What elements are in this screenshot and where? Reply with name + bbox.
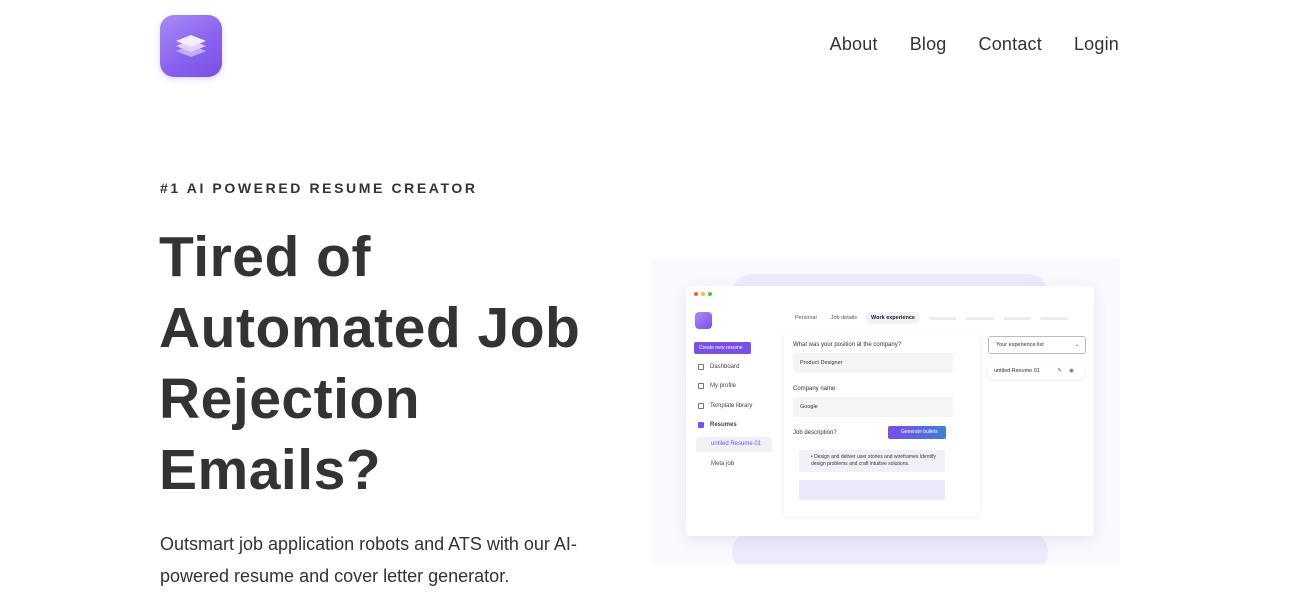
sidebar-item-label: Resumes <box>710 422 737 428</box>
nav-login-link[interactable]: Login <box>1074 34 1119 55</box>
job-description-bullet: • Design and deliver user stories and wi… <box>799 450 945 472</box>
tab-work-experience: Work experience <box>866 312 920 324</box>
nav-blog-link[interactable]: Blog <box>910 34 947 55</box>
close-dot-icon <box>694 292 698 296</box>
hero-eyebrow: #1 AI POWERED RESUME CREATOR <box>160 180 478 196</box>
position-field: Product Designer <box>793 353 953 373</box>
sidebar-item-label: My profile <box>710 383 737 389</box>
create-resume-button: Create new resume <box>694 342 751 354</box>
generate-bullets-button: Generate bullets <box>888 426 946 439</box>
home-icon <box>698 364 704 370</box>
tab-placeholder <box>928 316 957 320</box>
folder-icon <box>698 403 704 409</box>
generate-bullets-label: Generate bullets <box>901 429 938 435</box>
sidebar-item-dashboard: Dashboard <box>698 364 739 370</box>
window-controls <box>694 292 712 296</box>
edit-icon: ✎ <box>1057 368 1062 374</box>
product-preview: Create new resume Dashboard My profile T… <box>652 258 1120 564</box>
tab-personal: Personal <box>795 315 817 321</box>
hero-subtext: Outsmart job application robots and ATS … <box>160 534 577 586</box>
work-experience-form: What was your position at the company? P… <box>784 332 980 516</box>
preview-tabs: Personal Job details Work experience <box>790 312 1068 324</box>
tab-placeholder <box>1002 316 1031 320</box>
preview-logo-icon <box>695 312 712 329</box>
preview-app-window: Create new resume Dashboard My profile T… <box>686 286 1094 536</box>
nav-about-link[interactable]: About <box>830 34 878 55</box>
chevron-down-icon: ⌄ <box>1074 342 1079 348</box>
maximize-dot-icon <box>708 292 712 296</box>
company-field: Google <box>793 397 953 417</box>
resume-item-active: untiled Resume 01 <box>696 437 772 452</box>
experience-list-item: untiled Resume 01 ✎ ◉ <box>988 363 1084 379</box>
tab-job-details: Job details <box>830 315 858 321</box>
position-label: What was your position at the company? <box>793 342 902 348</box>
resume-icon <box>698 422 704 428</box>
sidebar-item-resumes: Resumes <box>698 422 737 428</box>
resume-item: Meta job <box>711 461 735 467</box>
layers-icon <box>176 35 206 57</box>
experience-item-label: untiled Resume 01 <box>994 368 1040 374</box>
sidebar-item-label: Template library <box>710 403 753 409</box>
hero-headline: Tired of Automated Job Rejection Emails? <box>159 225 581 502</box>
text-placeholder-bar <box>799 480 945 500</box>
user-icon <box>698 383 704 389</box>
tab-placeholder <box>1039 316 1068 320</box>
bullet-text: Design and deliver user stories and wire… <box>811 454 936 467</box>
minimize-dot-icon <box>701 292 705 296</box>
eye-icon: ◉ <box>1069 368 1074 374</box>
main-nav: About Blog Contact Login <box>830 34 1119 55</box>
sidebar-item-label: Dashboard <box>710 364 740 370</box>
preview-sidebar: Create new resume Dashboard My profile T… <box>686 300 778 536</box>
sidebar-item-profile: My profile <box>698 383 736 389</box>
experience-list-label: Your experience list <box>996 342 1044 348</box>
job-description-label: Job description? <box>793 430 837 436</box>
brand-logo[interactable] <box>160 15 222 77</box>
company-label: Company name <box>793 386 836 392</box>
sidebar-item-templates: Template library <box>698 403 752 409</box>
nav-contact-link[interactable]: Contact <box>979 34 1042 55</box>
decorative-blob <box>732 532 1048 564</box>
tab-placeholder <box>965 316 994 320</box>
experience-list-select: Your experience list ⌄ <box>988 336 1086 354</box>
